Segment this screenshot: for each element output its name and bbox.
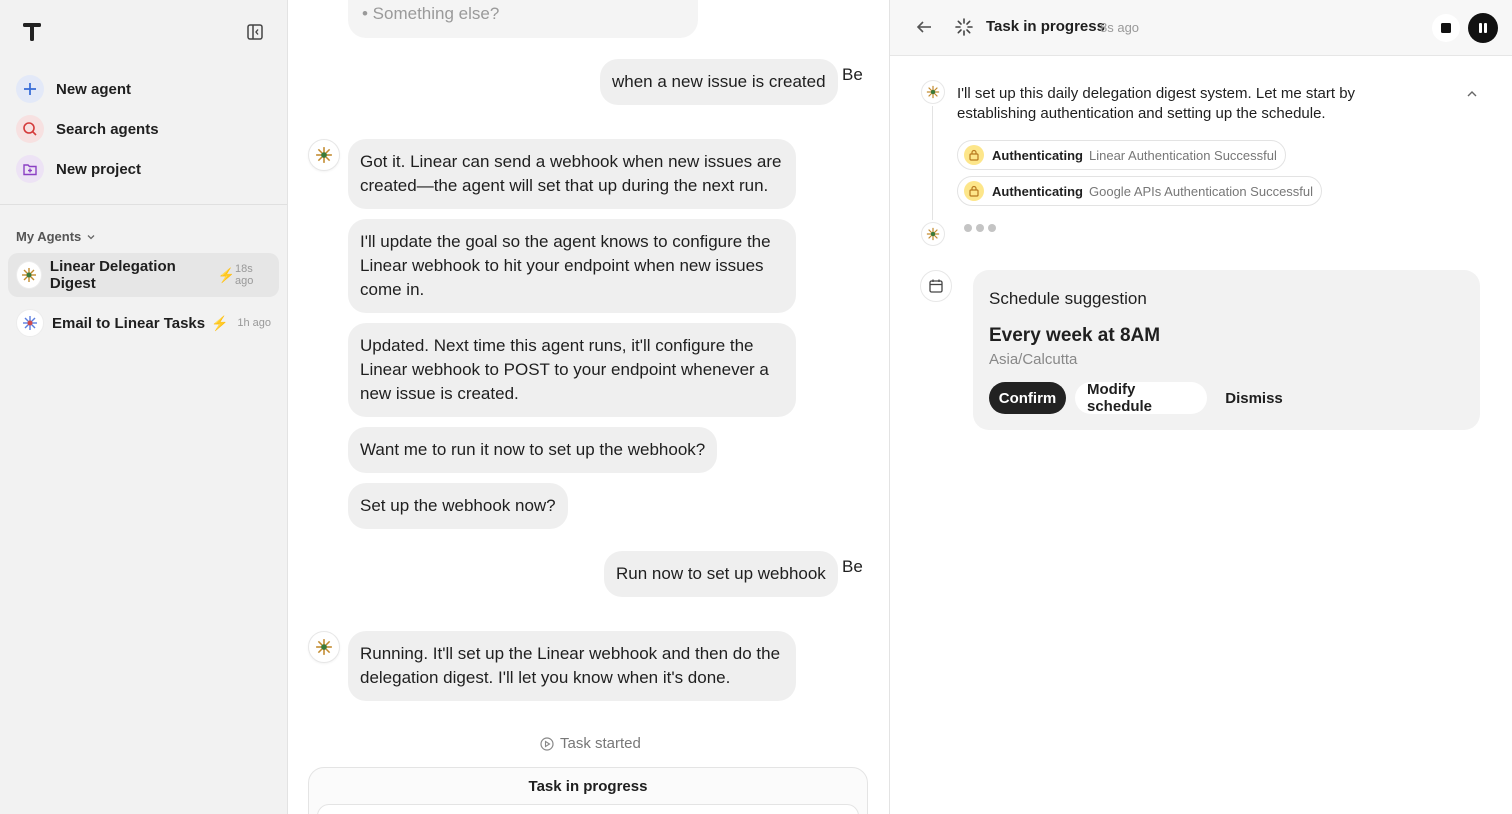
pause-icon [1479,23,1487,33]
agent-message: Want me to run it now to set up the webh… [348,427,718,473]
panel-title: Task in progress [986,18,1105,35]
my-agents-label: My Agents [16,229,82,244]
new-project-button[interactable]: New project [16,155,141,183]
collapse-sidebar-icon[interactable] [245,22,265,42]
panel-time: 8s ago [1100,20,1140,35]
stop-icon [1441,23,1451,33]
panel-header: Task in progress 8s ago [890,0,1512,56]
agent-avatar-icon [308,139,340,171]
agent-item-linear-delegation-digest[interactable]: Linear Delegation Digest ⚡ 18s ago [8,253,279,297]
auth-detail: Linear Authentication Successful [1089,147,1277,163]
sidebar-divider [0,204,287,205]
auth-label: Authenticating [992,147,1083,163]
spinner-icon [954,17,974,37]
sidebar: New agent Search agents New project My A… [0,0,288,814]
user-name: Be [842,65,863,84]
agent-avatar-icon [16,261,42,289]
agent-avatar-icon [921,80,945,104]
calendar-icon [920,270,952,302]
agent-avatar-icon [16,309,44,337]
modify-schedule-button[interactable]: Modify schedule [1075,381,1207,415]
confirm-button[interactable]: Confirm [989,382,1066,414]
search-agents-button[interactable]: Search agents [16,115,159,143]
agent-message: Running. It'll set up the Linear webhook… [348,631,796,701]
agent-name: Email to Linear Tasks [52,314,206,332]
user-message: when a new issue is created [600,59,838,105]
agent-message: I'll update the goal so the agent knows … [348,219,796,313]
my-agents-toggle[interactable]: My Agents [16,229,97,244]
task-started-indicator: Task started [540,735,641,752]
agent-message: Got it. Linear can send a webhook when n… [348,139,796,209]
agent-avatar-icon [308,631,340,663]
auth-status-chip[interactable]: Authenticating Linear Authentication Suc… [957,140,1286,170]
plus-icon [16,75,44,103]
agent-time: 1h ago [237,317,271,329]
app-logo-icon[interactable] [20,20,44,44]
schedule-suggestion-card: Schedule suggestion Every week at 8AM As… [973,270,1480,430]
schedule-title: Schedule suggestion [989,289,1147,308]
user-name: Be [842,557,863,576]
play-circle-icon [540,736,554,751]
panel-agent-message: I'll set up this daily delegation digest… [957,85,1356,122]
bolt-icon: ⚡ [211,314,229,331]
stop-button[interactable] [1432,14,1460,42]
agent-message: Updated. Next time this agent runs, it'l… [348,323,796,417]
new-agent-button[interactable]: New agent [16,75,131,103]
faded-message: • Something else? [348,0,698,38]
pause-button[interactable] [1468,13,1498,43]
task-card-title: Task in progress [528,778,648,795]
folder-plus-icon [16,155,44,183]
task-started-label: Task started [560,735,641,752]
typing-indicator [964,224,996,232]
lock-icon [964,145,984,165]
task-progress-card[interactable]: Task in progress [308,767,868,814]
agent-name: Linear Delegation Digest [49,258,176,292]
task-card-body [317,804,859,814]
auth-status-chip[interactable]: Authenticating Google APIs Authenticatio… [957,176,1323,206]
new-project-label: New project [56,160,142,178]
auth-label: Authenticating [992,183,1083,199]
agent-message: Set up the webhook now? [348,483,568,529]
lock-icon [964,181,984,201]
agent-item-email-to-linear-tasks[interactable]: Email to Linear Tasks ⚡ 1h ago [8,301,279,345]
search-agents-label: Search agents [56,120,159,138]
new-agent-label: New agent [56,80,132,98]
search-icon [16,115,44,143]
dismiss-button[interactable]: Dismiss [1216,382,1292,414]
chevron-up-icon[interactable] [1464,86,1480,102]
schedule-timezone: Asia/Calcutta [989,351,1078,368]
thread-line [932,106,933,220]
agent-time: 18s ago [235,263,254,287]
agent-avatar-icon [921,222,945,246]
bolt-icon: ⚡ [217,266,236,283]
back-arrow-icon[interactable] [914,17,934,37]
user-message: Run now to set up webhook [604,551,838,597]
chevron-down-icon [87,234,95,239]
auth-detail: Google APIs Authentication Successful [1089,183,1314,199]
schedule-frequency: Every week at 8AM [989,325,1161,346]
